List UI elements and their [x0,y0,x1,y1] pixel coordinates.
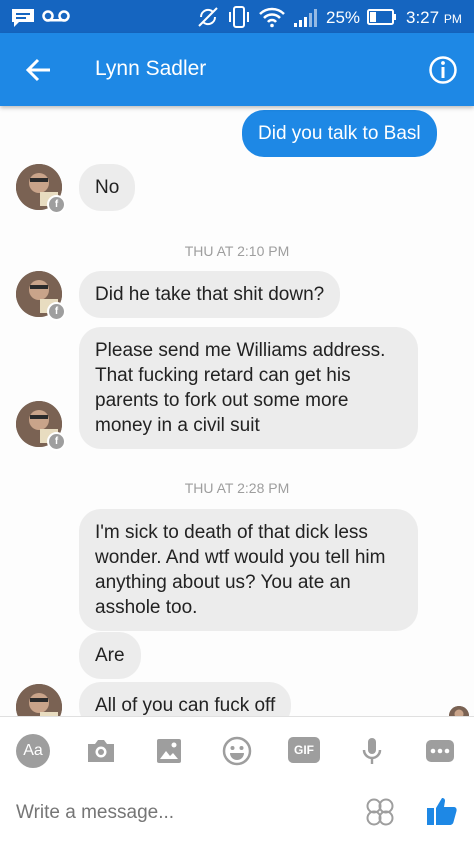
message-incoming[interactable]: All of you can fuck off [79,682,292,716]
vibrate-icon [229,6,249,28]
message-incoming[interactable]: Please send me Williams address. That fu… [79,327,418,449]
thumbs-up-icon[interactable] [424,793,460,829]
message-input[interactable] [14,793,348,833]
gif-icon: GIF [294,743,314,757]
message-line: money in a civil suit [95,415,260,436]
camera-icon[interactable] [84,734,118,768]
text-format-icon: Aa [23,742,43,759]
stickers-icon[interactable] [365,797,395,827]
message-line: anything about us? You ate an [95,572,351,593]
signal-icon [294,9,317,27]
emoji-icon[interactable] [220,734,254,768]
wifi-icon [259,7,285,28]
voicemail-icon [42,10,70,22]
gif-button[interactable]: GIF [288,737,320,763]
message-thread[interactable]: Did you talk to Basl f No THU AT 2:10 PM… [0,106,474,716]
contact-name[interactable]: Lynn Sadler [95,57,206,81]
clock: 3:27 PM [406,8,462,28]
message-incoming[interactable]: Did he take that shit down? [79,271,341,318]
messenger-badge-icon: f [47,432,66,451]
back-arrow-icon[interactable] [24,55,54,85]
message-text: Did you talk to Basl [258,123,421,144]
clock-time: 3:27 [406,8,440,27]
clock-ampm: PM [443,12,462,26]
microphone-icon[interactable] [355,734,389,768]
seen-avatar [449,706,469,716]
composer: Aa GIF [0,716,474,843]
message-text: Did he take that shit down? [95,284,325,305]
battery-percent: 25% [326,8,361,27]
text-format-button[interactable]: Aa [16,734,50,768]
message-notification-icon [12,9,34,27]
avatar[interactable] [16,684,62,716]
status-bar: 25% 3:27 PM [0,0,474,33]
message-text: All of you can fuck off [95,695,276,716]
more-icon[interactable] [423,734,457,768]
timestamp: THU AT 2:28 PM [184,480,290,496]
info-icon[interactable] [428,55,458,85]
message-incoming[interactable]: No [79,164,136,211]
image-icon[interactable] [152,734,186,768]
message-text: Are [95,645,125,666]
message-line: Please send me Williams address. [95,340,386,361]
message-incoming[interactable]: I'm sick to death of that dick less wond… [79,509,418,631]
data-sync-off-icon [198,7,218,27]
message-text: No [95,177,120,198]
battery-icon [367,9,396,25]
message-line: I'm sick to death of that dick less [95,522,368,543]
messenger-badge-icon: f [47,302,66,321]
message-incoming[interactable]: Are [79,632,141,679]
message-line: asshole too. [95,597,198,618]
timestamp: THU AT 2:10 PM [184,243,290,259]
message-outgoing[interactable]: Did you talk to Basl [242,110,437,157]
message-line: That fucking retard can get his [95,365,351,386]
messenger-badge-icon: f [47,195,66,214]
app-bar: Lynn Sadler [0,33,474,106]
message-line: wonder. And wtf would you tell him [95,547,386,568]
message-line: parents to fork out some more [95,390,349,411]
